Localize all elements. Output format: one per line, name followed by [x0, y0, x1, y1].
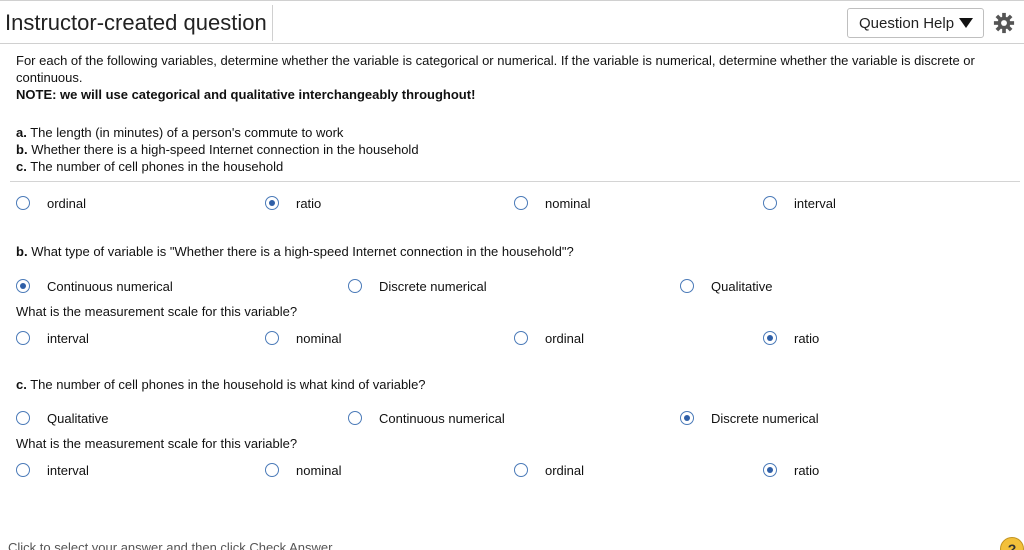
- list-item: c. The number of cell phones in the hous…: [16, 158, 419, 175]
- list-item-text: The length (in minutes) of a person's co…: [30, 125, 344, 140]
- radio-button[interactable]: [680, 411, 694, 425]
- list-item-letter: b.: [16, 142, 28, 157]
- list-item-text: Whether there is a high-speed Internet c…: [31, 142, 419, 157]
- radio-button[interactable]: [514, 331, 528, 345]
- scale-question-c: What is the measurement scale for this v…: [16, 436, 298, 451]
- option-b-type-1[interactable]: Continuous numerical: [16, 277, 173, 295]
- question-help-label: Question Help: [859, 14, 955, 32]
- question-text: The number of cell phones in the househo…: [30, 377, 426, 392]
- gear-icon[interactable]: [993, 12, 1015, 34]
- help-icon[interactable]: ?: [1000, 537, 1024, 550]
- option-c-type-2[interactable]: Continuous numerical: [348, 409, 505, 427]
- option-b-scale-4[interactable]: ratio: [763, 329, 819, 347]
- option-label: nominal: [545, 195, 591, 211]
- option-b-scale-1[interactable]: interval: [16, 329, 89, 347]
- instructions-text: For each of the following variables, det…: [16, 53, 975, 85]
- option-label: Continuous numerical: [379, 410, 505, 426]
- question-b: b. What type of variable is "Whether the…: [16, 244, 574, 259]
- list-item: a. The length (in minutes) of a person's…: [16, 124, 419, 141]
- radio-button[interactable]: [763, 196, 777, 210]
- option-b-type-3[interactable]: Qualitative: [680, 277, 772, 295]
- scale-question-b: What is the measurement scale for this v…: [16, 304, 298, 319]
- question-c: c. The number of cell phones in the hous…: [16, 377, 426, 392]
- option-b-scale-3[interactable]: ordinal: [514, 329, 584, 347]
- radio-button[interactable]: [265, 463, 279, 477]
- radio-button[interactable]: [16, 411, 30, 425]
- option-a-scale-1[interactable]: ordinal: [16, 194, 86, 212]
- radio-button[interactable]: [348, 411, 362, 425]
- divider: [10, 181, 1020, 182]
- option-label: nominal: [296, 330, 342, 346]
- option-label: ordinal: [545, 330, 585, 346]
- option-b-type-2[interactable]: Discrete numerical: [348, 277, 487, 295]
- option-c-scale-1[interactable]: interval: [16, 461, 89, 479]
- variable-list: a. The length (in minutes) of a person's…: [16, 124, 419, 175]
- option-c-scale-2[interactable]: nominal: [265, 461, 342, 479]
- option-c-scale-3[interactable]: ordinal: [514, 461, 584, 479]
- radio-button[interactable]: [348, 279, 362, 293]
- radio-button[interactable]: [16, 331, 30, 345]
- radio-button[interactable]: [763, 463, 777, 477]
- option-label: ratio: [794, 462, 820, 478]
- list-item-letter: c.: [16, 159, 27, 174]
- list-item-text: The number of cell phones in the househo…: [30, 159, 284, 174]
- option-a-scale-2[interactable]: ratio: [265, 194, 321, 212]
- question-letter: b.: [16, 244, 28, 259]
- instructions-note: NOTE: we will use categorical and qualit…: [16, 87, 476, 102]
- option-c-type-3[interactable]: Discrete numerical: [680, 409, 819, 427]
- radio-button[interactable]: [514, 196, 528, 210]
- option-label: ordinal: [545, 462, 585, 478]
- list-item-letter: a.: [16, 125, 27, 140]
- list-item: b. Whether there is a high-speed Interne…: [16, 141, 419, 158]
- option-a-scale-3[interactable]: nominal: [514, 194, 591, 212]
- option-label: Qualitative: [711, 278, 773, 294]
- option-label: interval: [47, 330, 89, 346]
- page-title: Instructor-created question: [0, 5, 273, 41]
- option-label: Continuous numerical: [47, 278, 173, 294]
- question-header: Instructor-created question Question Hel…: [0, 0, 1024, 44]
- question-help-button[interactable]: Question Help: [847, 8, 984, 38]
- caret-down-icon: [959, 18, 974, 28]
- option-label: Discrete numerical: [711, 410, 819, 426]
- option-label: ordinal: [47, 195, 87, 211]
- option-a-scale-4[interactable]: interval: [763, 194, 836, 212]
- option-label: Discrete numerical: [379, 278, 487, 294]
- radio-button[interactable]: [16, 196, 30, 210]
- radio-button[interactable]: [265, 331, 279, 345]
- footer-instruction: Click to select your answer and then cli…: [8, 540, 336, 550]
- option-label: interval: [794, 195, 836, 211]
- radio-button[interactable]: [265, 196, 279, 210]
- radio-button[interactable]: [680, 279, 694, 293]
- option-label: interval: [47, 462, 89, 478]
- question-letter: c.: [16, 377, 27, 392]
- option-label: ratio: [794, 330, 820, 346]
- radio-button[interactable]: [16, 279, 30, 293]
- radio-button[interactable]: [514, 463, 528, 477]
- option-label: Qualitative: [47, 410, 109, 426]
- radio-button[interactable]: [16, 463, 30, 477]
- radio-button[interactable]: [763, 331, 777, 345]
- option-b-scale-2[interactable]: nominal: [265, 329, 342, 347]
- option-c-scale-4[interactable]: ratio: [763, 461, 819, 479]
- option-c-type-1[interactable]: Qualitative: [16, 409, 108, 427]
- option-label: nominal: [296, 462, 342, 478]
- question-text: What type of variable is "Whether there …: [31, 244, 574, 259]
- option-label: ratio: [296, 195, 322, 211]
